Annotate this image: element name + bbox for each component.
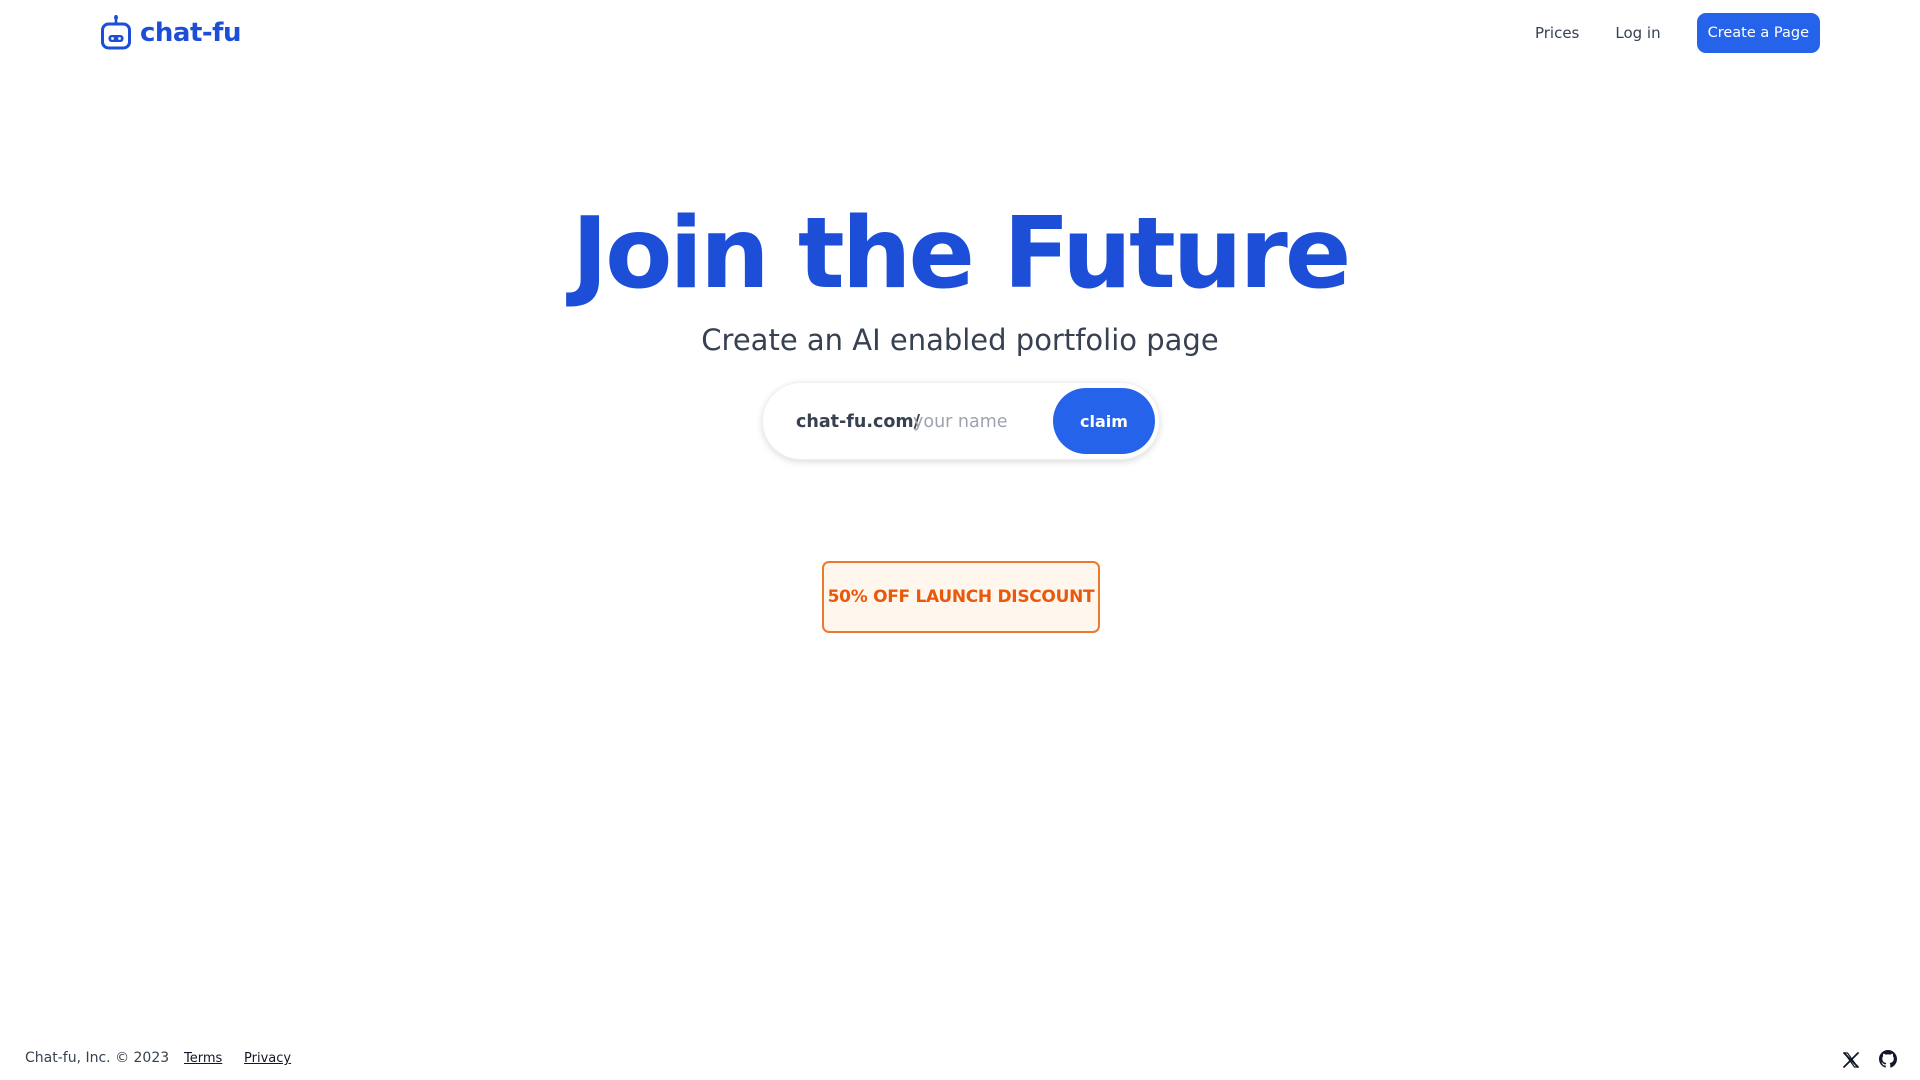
top-navbar: chat-fu Prices Log in Create a Page bbox=[0, 0, 1920, 67]
brand-logo-link[interactable]: chat-fu bbox=[100, 15, 242, 51]
launch-discount-badge: 50% OFF LAUNCH DISCOUNT bbox=[822, 561, 1100, 633]
nav-prices-link[interactable]: Prices bbox=[1535, 24, 1579, 42]
claim-url-prefix: chat-fu.com/ bbox=[796, 412, 921, 432]
claim-button[interactable]: claim bbox=[1053, 388, 1155, 454]
page-footer: Chat-fu, Inc. © 2023 Terms Privacy bbox=[0, 1048, 1920, 1072]
hero-subtitle: Create an AI enabled portfolio page bbox=[701, 323, 1219, 357]
claim-form: chat-fu.com/ claim bbox=[762, 382, 1160, 460]
footer-privacy-link[interactable]: Privacy bbox=[244, 1051, 291, 1066]
hero-title: Join the Future bbox=[571, 197, 1352, 311]
x-icon[interactable] bbox=[1841, 1050, 1861, 1070]
primary-nav: Prices Log in Create a Page bbox=[1535, 13, 1820, 53]
footer-terms-link[interactable]: Terms bbox=[184, 1051, 222, 1066]
create-page-button[interactable]: Create a Page bbox=[1696, 13, 1820, 53]
claim-name-input[interactable] bbox=[913, 405, 1041, 439]
nav-login-link[interactable]: Log in bbox=[1615, 24, 1660, 42]
github-icon[interactable] bbox=[1879, 1050, 1899, 1070]
robot-icon bbox=[101, 15, 131, 50]
footer-copyright: Chat-fu, Inc. © 2023 bbox=[25, 1050, 170, 1066]
brand-name: chat-fu bbox=[140, 18, 242, 48]
